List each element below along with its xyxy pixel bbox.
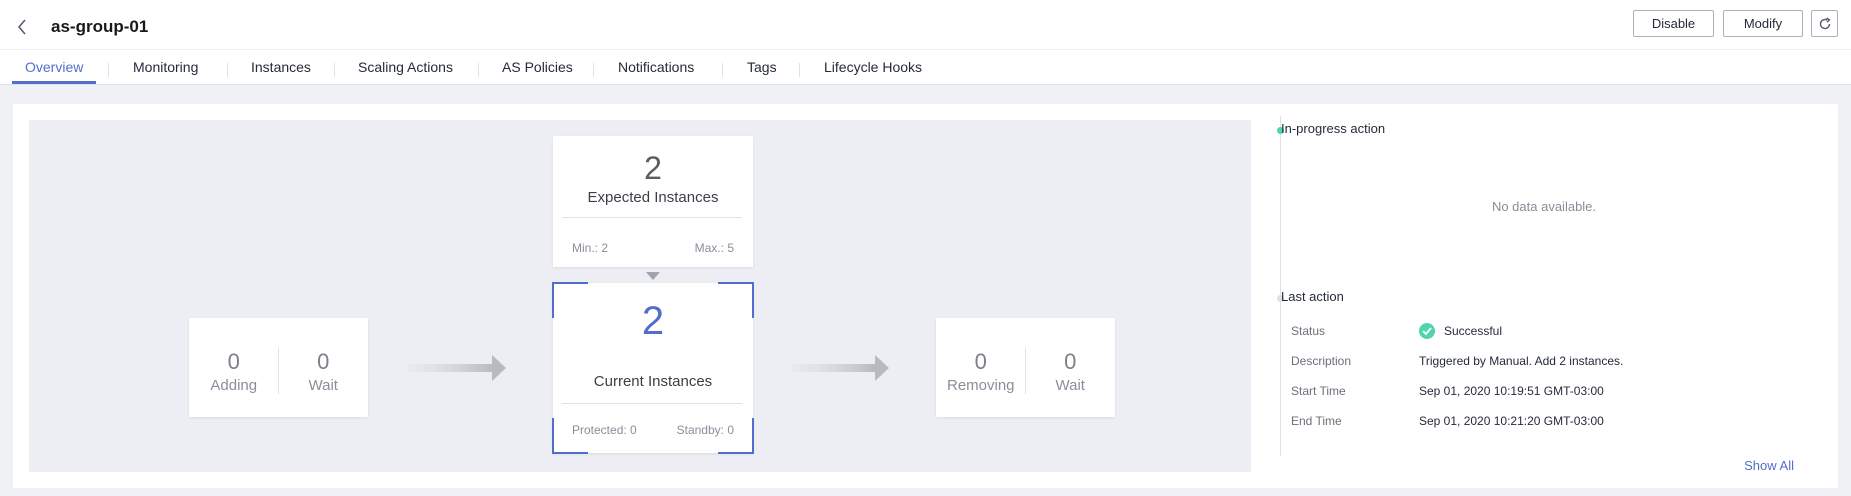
down-triangle-icon	[646, 272, 660, 280]
tab-separator	[478, 63, 479, 77]
description-label: Description	[1291, 354, 1352, 368]
end-time-label: End Time	[1291, 414, 1342, 428]
status-value: Successful	[1444, 324, 1503, 338]
removing-wait-label: Wait	[1055, 377, 1085, 394]
expected-instances-label: Expected Instances	[587, 189, 719, 206]
in-progress-action-title: In-progress action	[1281, 121, 1386, 136]
removing-wait-count: 0	[1064, 349, 1077, 374]
tab-separator	[334, 63, 335, 77]
instance-flow-diagram: 0 Adding 0 Wait 2 Expected Instances Min…	[29, 120, 1251, 472]
expected-instances-count: 2	[644, 150, 662, 186]
tab-separator	[108, 63, 109, 77]
max-instances: Max.: 5	[694, 241, 734, 255]
removing-label: Removing	[946, 377, 1015, 394]
tab-overview[interactable]: Overview	[25, 59, 83, 75]
removing-count: 0	[974, 349, 987, 374]
last-action-title: Last action	[1281, 289, 1344, 304]
tab-separator	[799, 63, 800, 77]
adding-count: 0	[227, 349, 240, 374]
tab-scaling-actions[interactable]: Scaling Actions	[358, 59, 453, 75]
current-instances-card: 2 Current Instances Protected: 0 Standby…	[552, 282, 754, 454]
current-instances-count: 2	[641, 299, 665, 343]
action-timeline-panel: In-progress action No data available. La…	[1264, 104, 1824, 488]
tab-as-policies[interactable]: AS Policies	[502, 59, 573, 75]
end-time-value: Sep 01, 2020 10:21:20 GMT-03:00	[1419, 414, 1604, 428]
tab-tags[interactable]: Tags	[747, 59, 777, 75]
min-instances: Min.: 2	[572, 241, 609, 255]
adding-label: Adding	[210, 377, 258, 394]
overview-content: 0 Adding 0 Wait 2 Expected Instances Min…	[13, 104, 1838, 488]
modify-button[interactable]: Modify	[1723, 10, 1803, 37]
start-time-label: Start Time	[1291, 384, 1346, 398]
divider	[562, 217, 742, 218]
divider	[562, 403, 742, 404]
tab-bar: Overview Monitoring Instances Scaling Ac…	[0, 50, 1851, 85]
timeline-line	[1280, 116, 1281, 456]
right-arrow-icon	[408, 355, 506, 381]
tab-instances[interactable]: Instances	[251, 59, 311, 75]
current-instances-label: Current Instances	[593, 373, 713, 390]
tab-separator	[227, 63, 228, 77]
refresh-button[interactable]	[1811, 10, 1838, 37]
adding-wait-count: 0	[317, 349, 330, 374]
disable-button[interactable]: Disable	[1633, 10, 1714, 37]
refresh-icon	[1819, 17, 1831, 30]
tab-notifications[interactable]: Notifications	[618, 59, 694, 75]
start-time-value: Sep 01, 2020 10:19:51 GMT-03:00	[1419, 384, 1604, 398]
tab-lifecycle-hooks[interactable]: Lifecycle Hooks	[824, 59, 922, 75]
tab-monitoring[interactable]: Monitoring	[133, 59, 198, 75]
description-value: Triggered by Manual. Add 2 instances.	[1419, 354, 1624, 368]
tab-separator	[722, 63, 723, 77]
tab-separator	[593, 63, 594, 77]
expected-instances-card: 2 Expected Instances Min.: 2 Max.: 5	[553, 136, 753, 267]
check-circle-icon	[1419, 323, 1435, 339]
protected-count: Protected: 0	[572, 423, 637, 437]
right-arrow-icon	[791, 355, 889, 381]
adding-wait-label: Wait	[308, 377, 338, 394]
show-all-link[interactable]: Show All	[1744, 458, 1794, 473]
status-label: Status	[1291, 324, 1326, 338]
removing-card: 0 Removing 0 Wait	[936, 318, 1115, 417]
no-data-message: No data available.	[1491, 199, 1597, 214]
back-arrow-icon[interactable]	[14, 16, 32, 38]
page-title: as-group-01	[51, 17, 149, 36]
page-header: as-group-01 Disable Modify	[0, 0, 1851, 50]
active-tab-indicator	[12, 81, 96, 84]
adding-card: 0 Adding 0 Wait	[189, 318, 368, 417]
standby-count: Standby: 0	[676, 423, 734, 437]
